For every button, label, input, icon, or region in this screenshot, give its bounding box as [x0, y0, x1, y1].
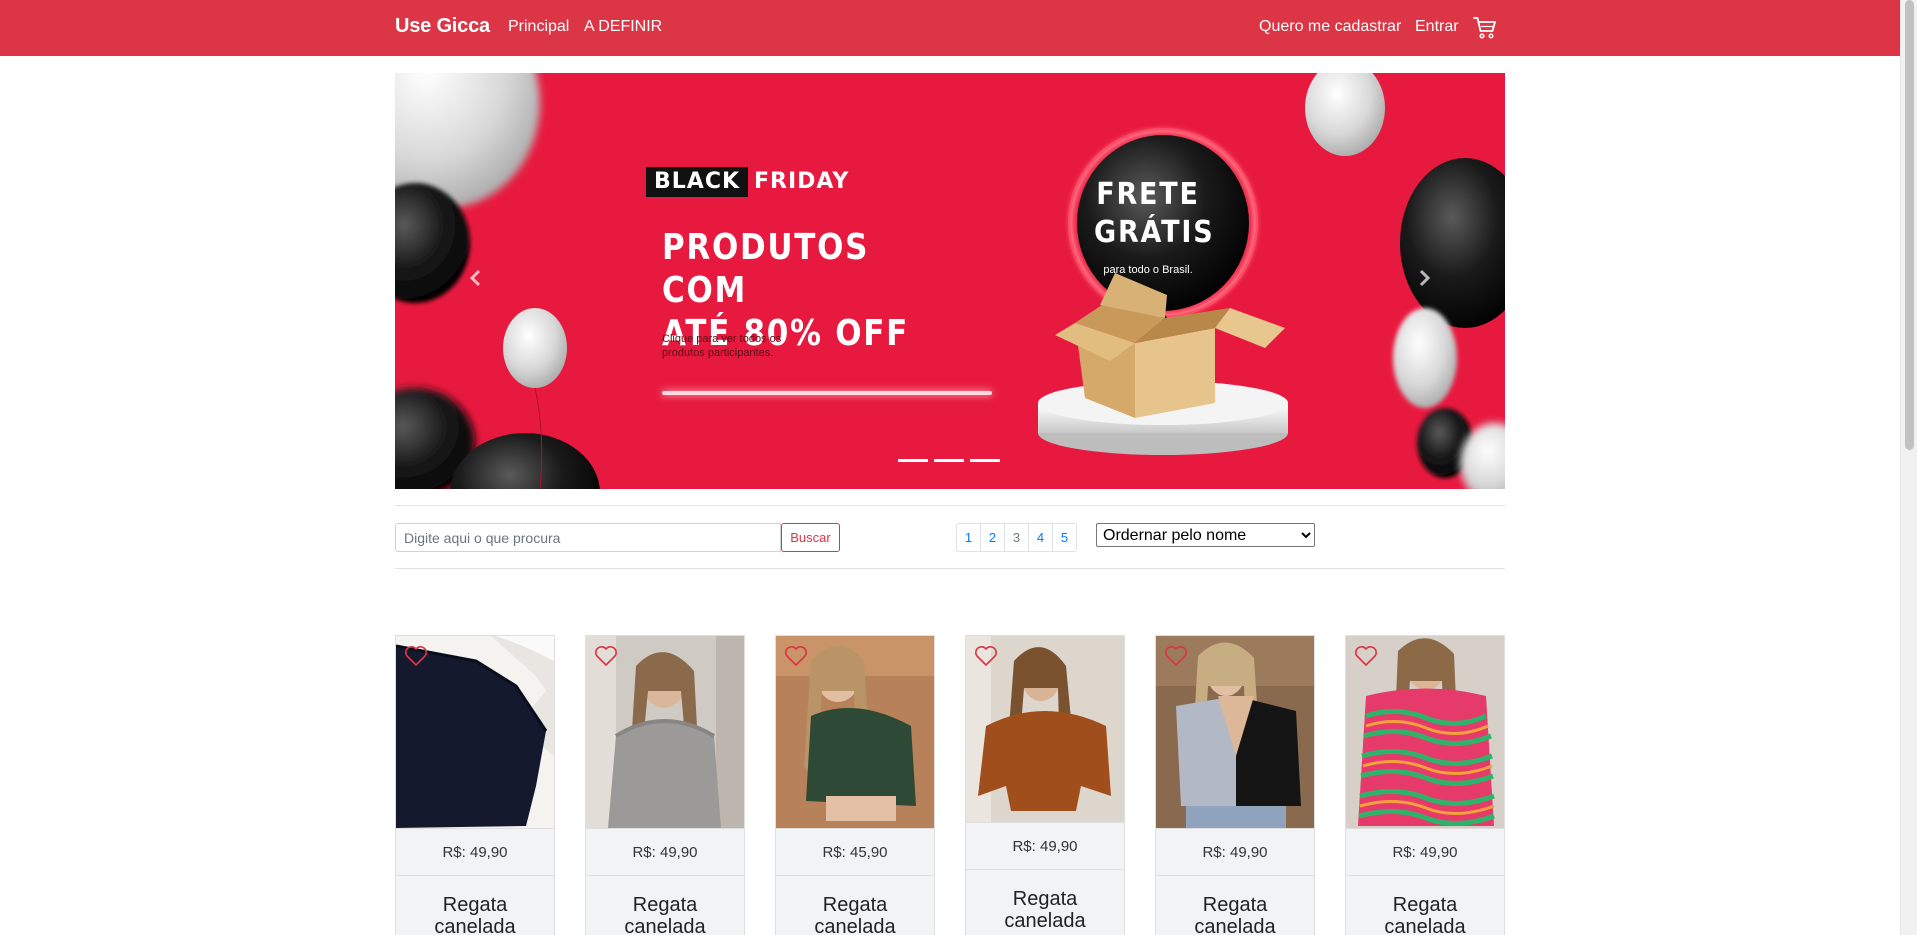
product-name-line-1: Regata [442, 894, 508, 916]
divider-top [395, 505, 1505, 506]
product-name-line-1: Regata [632, 894, 698, 916]
product-name[interactable]: Regata canelada [586, 894, 744, 935]
nav-link-principal[interactable]: Principal [508, 18, 569, 36]
register-link[interactable]: Quero me cadastrar [1259, 18, 1401, 36]
login-link[interactable]: Entrar [1415, 18, 1459, 36]
carousel-indicators [898, 459, 1000, 462]
black-friday-tag: BLACK FRIDAY [646, 167, 855, 197]
product-card[interactable]: R$: 49,90 Regata canelada [965, 635, 1125, 935]
page-scrollbar[interactable] [1900, 0, 1917, 935]
free-shipping-line-2: GRÁTIS [1094, 215, 1215, 250]
promo-carousel[interactable]: BLACK FRIDAY PRODUTOS COM ATÉ 80% OFF Cl… [395, 73, 1505, 489]
product-card[interactable]: R$: 49,90 Regata canelada [1155, 635, 1315, 935]
product-name[interactable]: Regata canelada [1346, 894, 1504, 935]
heart-icon[interactable] [1164, 645, 1188, 667]
page-link-4[interactable]: 4 [1028, 523, 1053, 552]
product-card[interactable]: R$: 49,90 Regata canelada [1345, 635, 1505, 935]
subtext-line-2: produtos participantes. [662, 347, 774, 359]
page-link-5[interactable]: 5 [1052, 523, 1077, 552]
product-name-line-2: canelada [814, 916, 896, 935]
product-name-line-2: canelada [624, 916, 706, 935]
product-card[interactable]: R$: 49,90 Regata canelada [395, 635, 555, 935]
product-name[interactable]: Regata canelada [396, 894, 554, 935]
page-link-3[interactable]: 3 [1004, 523, 1029, 552]
free-shipping-subtitle: para todo o Brasil. [1103, 264, 1193, 276]
product-price: R$: 49,90 [1346, 828, 1504, 876]
heart-icon[interactable] [404, 645, 428, 667]
tag-black: BLACK [646, 167, 749, 197]
carousel-next-icon[interactable] [1409, 263, 1439, 293]
banner-subtext: Clique para ver todos os produtos partic… [662, 332, 812, 360]
scrollbar-thumb[interactable] [1905, 0, 1914, 450]
product-name[interactable]: Regata canelada [776, 894, 934, 935]
heart-icon[interactable] [594, 645, 618, 667]
product-price: R$: 49,90 [586, 828, 744, 876]
product-name-line-2: canelada [1004, 910, 1086, 932]
product-price: R$: 49,90 [396, 828, 554, 876]
product-name-line-2: canelada [1384, 916, 1466, 935]
sort-select[interactable]: Ordernar pelo nome [1096, 523, 1315, 547]
tag-friday: FRIDAY [754, 169, 850, 194]
carousel-indicator-3[interactable] [970, 459, 1000, 462]
banner-background-image [395, 73, 1505, 489]
free-shipping-title: FRETE GRÁTIS [1094, 176, 1215, 252]
divider-bottom [395, 568, 1505, 569]
product-price: R$: 49,90 [1156, 828, 1314, 876]
subtext-line-1: Clique para ver todos os [662, 333, 782, 345]
product-name-line-1: Regata [1202, 894, 1268, 916]
heart-icon[interactable] [974, 645, 998, 667]
product-name-line-1: Regata [1392, 894, 1458, 916]
carousel-indicator-2[interactable] [934, 459, 964, 462]
product-name-line-1: Regata [1012, 888, 1078, 910]
product-price: R$: 49,90 [966, 822, 1124, 870]
carousel-prev-icon[interactable] [461, 263, 491, 293]
product-name-line-2: canelada [434, 916, 516, 935]
product-price: R$: 45,90 [776, 828, 934, 876]
brand-logo[interactable]: Use Gicca [395, 15, 490, 38]
heart-icon[interactable] [1354, 645, 1378, 667]
product-card[interactable]: R$: 49,90 Regata canelada [585, 635, 745, 935]
page-link-2[interactable]: 2 [980, 523, 1005, 552]
nav-link-a-definir[interactable]: A DEFINIR [584, 18, 662, 36]
heart-icon[interactable] [784, 645, 808, 667]
product-name[interactable]: Regata canelada [966, 888, 1124, 932]
headline-line-1: PRODUTOS COM [662, 227, 870, 311]
search-input[interactable] [395, 523, 781, 552]
banner-divider [662, 391, 992, 395]
pagination: 1 2 3 4 5 [956, 523, 1077, 552]
page-link-1[interactable]: 1 [956, 523, 981, 552]
cart-icon[interactable] [1472, 15, 1498, 41]
product-name[interactable]: Regata canelada [1156, 894, 1314, 935]
product-name-line-1: Regata [822, 894, 888, 916]
product-name-line-2: canelada [1194, 916, 1276, 935]
product-card[interactable]: R$: 45,90 Regata canelada [775, 635, 935, 935]
free-shipping-line-1: FRETE [1096, 177, 1200, 212]
carousel-indicator-1[interactable] [898, 459, 928, 462]
search-button[interactable]: Buscar [781, 523, 840, 552]
top-navbar: Use Gicca Principal A DEFINIR Quero me c… [0, 0, 1900, 56]
